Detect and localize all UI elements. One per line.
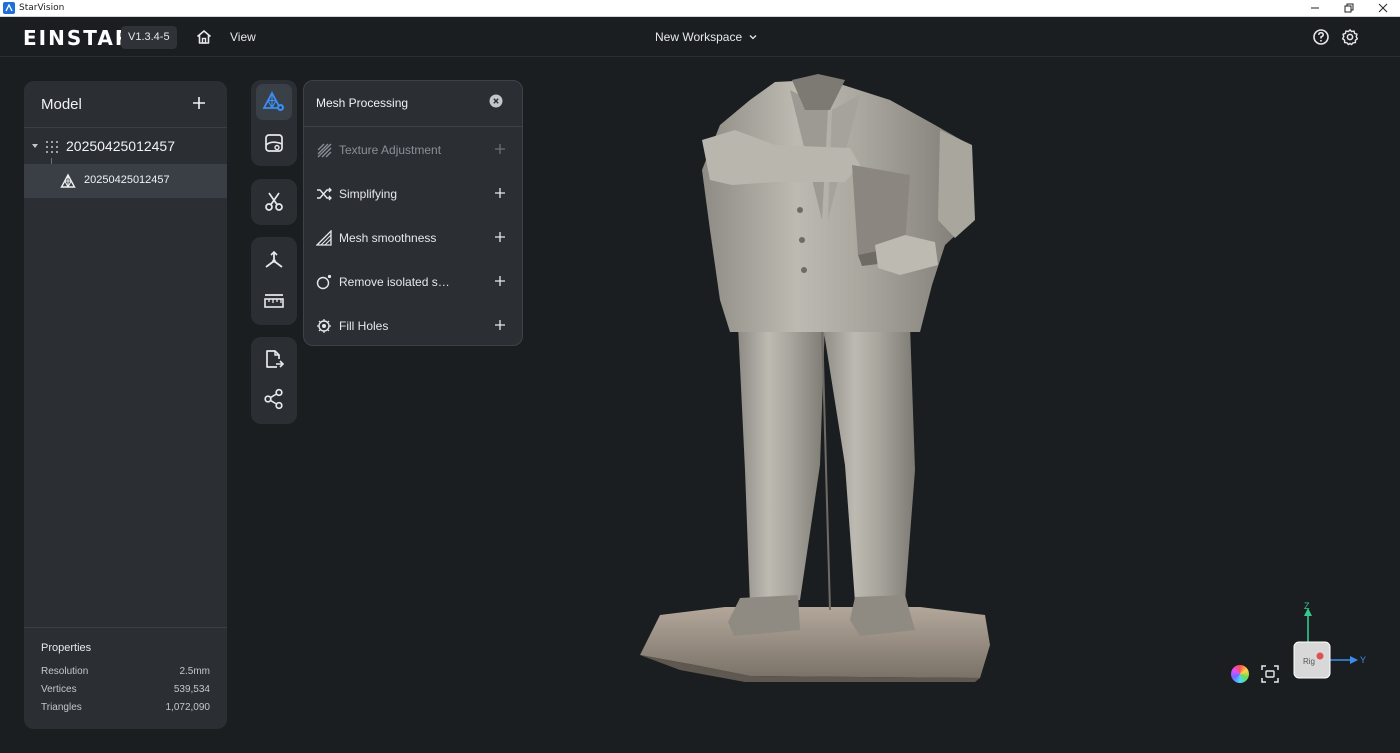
model-panel-title: Model xyxy=(41,96,82,113)
point-cloud-icon xyxy=(46,141,58,153)
model-panel-header: Model xyxy=(24,81,227,128)
add-model-button[interactable] xyxy=(191,95,207,111)
texture-tool-button[interactable] xyxy=(256,125,292,161)
caret-down-icon[interactable] xyxy=(32,143,38,149)
property-label: Vertices xyxy=(41,684,77,695)
workspace-label: New Workspace xyxy=(655,30,743,44)
smooth-icon xyxy=(316,230,332,246)
axis-y-label: Y xyxy=(1360,655,1366,665)
chevron-down-icon xyxy=(749,35,757,40)
ruler-icon xyxy=(264,294,284,308)
mesh-icon xyxy=(60,173,76,188)
coordinate-axes-icon xyxy=(265,250,283,268)
view-cube-face-label: Rig xyxy=(1303,657,1315,666)
axis-z-label: Z xyxy=(1304,601,1310,611)
scissors-icon xyxy=(265,192,283,211)
share-tool-button[interactable] xyxy=(256,381,292,417)
mesh-processing-header: Mesh Processing xyxy=(304,81,522,127)
coordinate-tool-button[interactable] xyxy=(256,242,292,278)
brand-logo: EINSTAR xyxy=(23,26,133,50)
close-window-button[interactable] xyxy=(1366,0,1400,16)
texture-icon xyxy=(317,143,332,158)
plus-icon[interactable] xyxy=(494,275,506,287)
property-row-triangles: Triangles 1,072,090 xyxy=(41,702,210,713)
export-tool-button[interactable] xyxy=(256,341,292,377)
fit-view-icon[interactable] xyxy=(1261,665,1279,683)
plus-icon[interactable] xyxy=(494,319,506,331)
mesh-item-texture-adjustment[interactable]: Texture Adjustment xyxy=(304,128,524,172)
help-icon[interactable] xyxy=(1312,28,1330,46)
version-badge: V1.3.4-5 xyxy=(121,26,177,49)
tool-group-output xyxy=(251,337,297,424)
property-value: 539,534 xyxy=(173,684,210,695)
tool-group-edit xyxy=(251,179,297,225)
cut-tool-button[interactable] xyxy=(256,184,292,220)
mesh-item-remove-isolated[interactable]: Remove isolated s… xyxy=(304,260,524,304)
texture-map-icon xyxy=(265,134,283,152)
shuffle-icon xyxy=(317,187,332,201)
mesh-item-simplifying[interactable]: Simplifying xyxy=(304,172,524,216)
mesh-item-mesh-smoothness[interactable]: Mesh smoothness xyxy=(304,216,524,260)
mesh-processing-panel: Mesh Processing Texture Adjustment Simpl… xyxy=(303,80,523,346)
export-file-icon xyxy=(266,350,285,368)
properties-section: Properties Resolution 2.5mm Vertices 539… xyxy=(24,627,227,729)
mesh-item-label: Mesh smoothness xyxy=(339,231,437,245)
plus-icon[interactable] xyxy=(494,231,506,243)
close-icon[interactable] xyxy=(489,94,503,108)
mesh-processing-title: Mesh Processing xyxy=(316,96,409,110)
tree-item-label: 20250425012457 xyxy=(66,138,176,154)
measure-tool-button[interactable] xyxy=(256,283,292,319)
tree-item-mesh[interactable]: 20250425012457 xyxy=(24,164,227,198)
properties-title: Properties xyxy=(41,642,92,654)
workspace-dropdown[interactable]: New Workspace xyxy=(655,30,758,44)
mesh-item-label: Fill Holes xyxy=(339,319,389,333)
tool-group-align xyxy=(251,237,297,325)
os-window-title: StarVision xyxy=(19,3,65,13)
mesh-item-label: Simplifying xyxy=(339,187,398,201)
fill-holes-icon xyxy=(317,319,331,333)
tool-group-mesh xyxy=(251,80,297,166)
property-value: 1,072,090 xyxy=(165,702,211,713)
property-value: 2.5mm xyxy=(179,666,210,677)
restore-button[interactable] xyxy=(1332,0,1366,16)
isolated-icon xyxy=(316,274,332,290)
property-row-vertices: Vertices 539,534 xyxy=(41,684,210,695)
app-logo-icon xyxy=(3,2,15,14)
mesh-item-fill-holes[interactable]: Fill Holes xyxy=(304,304,524,348)
scanned-statue-model[interactable] xyxy=(560,70,1080,700)
view-menu[interactable]: View xyxy=(230,30,256,44)
home-icon[interactable] xyxy=(195,28,213,46)
plus-icon[interactable] xyxy=(494,143,506,155)
mesh-processing-tool-button[interactable] xyxy=(256,84,292,120)
view-orientation-widget[interactable]: Z Y Rig xyxy=(1290,600,1370,685)
property-label: Triangles xyxy=(41,702,82,713)
mesh-item-label: Remove isolated s… xyxy=(339,275,450,289)
3d-viewport[interactable] xyxy=(560,70,1080,700)
app-header: EINSTAR V1.3.4-5 View New Workspace xyxy=(0,17,1400,57)
tree-item-point-cloud[interactable]: 20250425012457 xyxy=(24,133,227,161)
share-icon xyxy=(264,388,283,410)
property-label: Resolution xyxy=(41,666,89,677)
plus-icon[interactable] xyxy=(494,187,506,199)
property-row-resolution: Resolution 2.5mm xyxy=(41,666,210,677)
color-mode-icon[interactable] xyxy=(1231,665,1249,683)
gear-icon[interactable] xyxy=(1341,28,1359,46)
mesh-processing-icon xyxy=(262,91,284,111)
mesh-item-label: Texture Adjustment xyxy=(339,143,442,157)
os-title-bar: StarVision xyxy=(0,0,1400,17)
model-panel: Model 20250425012457 20250425012457 Prop… xyxy=(24,81,227,729)
tree-item-label: 20250425012457 xyxy=(84,174,170,186)
minimize-button[interactable] xyxy=(1298,0,1332,16)
